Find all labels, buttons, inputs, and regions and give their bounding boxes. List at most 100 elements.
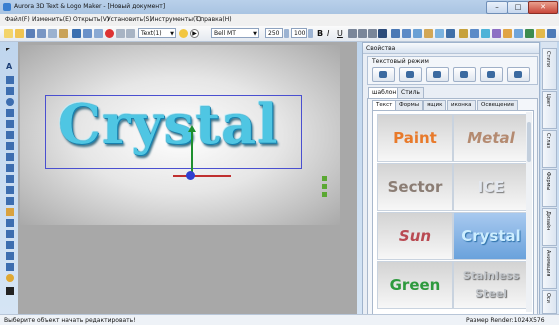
italic-button[interactable]: I bbox=[327, 29, 336, 38]
shape-3-icon[interactable] bbox=[413, 29, 422, 38]
zoom-stepper-icon[interactable] bbox=[308, 29, 313, 38]
template-crystal[interactable]: Crystal bbox=[453, 212, 529, 260]
effect-3-icon[interactable] bbox=[503, 29, 512, 38]
side-handle-1-icon[interactable] bbox=[322, 176, 327, 181]
menu-settings[interactable]: Установить(S) bbox=[107, 16, 152, 23]
effect-4-icon[interactable] bbox=[514, 29, 523, 38]
pointer-tool-icon[interactable] bbox=[6, 48, 10, 51]
side-handle-2-icon[interactable] bbox=[322, 184, 327, 189]
undo-icon[interactable] bbox=[116, 29, 125, 38]
text-mode-button-3[interactable] bbox=[426, 67, 449, 82]
side-tab-styles[interactable]: Стили bbox=[542, 48, 557, 90]
rect-tool-icon[interactable] bbox=[6, 87, 14, 95]
menu-tools[interactable]: Инструменты(T) bbox=[150, 16, 201, 23]
gizmo-center-handle[interactable] bbox=[186, 171, 195, 180]
image-tool-icon[interactable] bbox=[6, 287, 14, 295]
new-doc-icon[interactable] bbox=[4, 29, 13, 38]
effect-5-icon[interactable] bbox=[525, 29, 534, 38]
text-mode-button-2[interactable] bbox=[399, 67, 422, 82]
export-icon[interactable] bbox=[48, 29, 57, 38]
shape-4-icon[interactable] bbox=[435, 29, 444, 38]
side-tab-shapes[interactable]: Формы bbox=[542, 169, 557, 207]
gizmo-y-arrow-icon[interactable] bbox=[188, 125, 196, 132]
car-icon[interactable] bbox=[72, 29, 81, 38]
copy-icon[interactable] bbox=[83, 29, 92, 38]
tab-style[interactable]: Стиль bbox=[397, 87, 424, 98]
text-style-icon[interactable] bbox=[378, 29, 387, 38]
effect-1-icon[interactable] bbox=[481, 29, 490, 38]
underline-button[interactable]: U bbox=[337, 29, 346, 38]
circle-tool-icon[interactable] bbox=[6, 98, 14, 106]
color-tool-icon[interactable] bbox=[6, 274, 14, 282]
shape-tool-11-icon[interactable] bbox=[6, 241, 14, 249]
light-icon[interactable] bbox=[179, 29, 188, 38]
shape-tool-10-icon[interactable] bbox=[6, 230, 14, 238]
light-bulb-icon[interactable] bbox=[459, 29, 468, 38]
polygon-tool-icon[interactable] bbox=[6, 109, 14, 117]
effect-2-icon[interactable] bbox=[492, 29, 501, 38]
text-tool-icon[interactable]: A bbox=[6, 62, 14, 71]
play-icon[interactable]: ▶ bbox=[190, 29, 199, 38]
tab-box[interactable]: ящик bbox=[423, 100, 447, 110]
box-icon[interactable] bbox=[424, 29, 433, 38]
template-stainless-steel[interactable]: Stainless Steel bbox=[453, 261, 529, 309]
side-tab-design[interactable]: Дизайн bbox=[542, 208, 557, 246]
side-handle-3-icon[interactable] bbox=[322, 192, 327, 197]
template-green[interactable]: Green bbox=[377, 261, 453, 309]
tab-icon[interactable]: иконка bbox=[447, 100, 476, 110]
template-sun[interactable]: Sun bbox=[377, 212, 453, 260]
shape-5-icon[interactable] bbox=[446, 29, 455, 38]
side-tab-color[interactable]: Цвет bbox=[542, 91, 557, 129]
align-right-icon[interactable] bbox=[368, 29, 377, 38]
tab-text[interactable]: Текст bbox=[372, 100, 397, 110]
shape-tool-7-icon[interactable] bbox=[6, 186, 14, 194]
shape-tool-8-icon[interactable] bbox=[6, 197, 14, 205]
menu-edit[interactable]: Изменить(E) bbox=[32, 16, 71, 23]
template-sector[interactable]: Sector bbox=[377, 163, 453, 211]
minimize-button[interactable]: – bbox=[486, 1, 508, 14]
shape-tool-12-icon[interactable] bbox=[6, 252, 14, 260]
size-stepper-icon[interactable] bbox=[284, 29, 289, 38]
shape-tool-3-icon[interactable] bbox=[6, 142, 14, 150]
menu-file[interactable]: Файл(F) bbox=[5, 16, 30, 23]
gizmo-y-axis[interactable] bbox=[191, 131, 193, 176]
paste-icon[interactable] bbox=[94, 29, 103, 38]
star-tool-icon[interactable] bbox=[6, 120, 14, 128]
open-folder-icon[interactable] bbox=[15, 29, 24, 38]
object-select[interactable]: Text(1) ▼ bbox=[138, 28, 176, 38]
shape-tool-13-icon[interactable] bbox=[6, 263, 14, 271]
gallery-scrollbar[interactable] bbox=[526, 112, 532, 312]
gizmo-x-axis[interactable] bbox=[173, 175, 231, 177]
side-tab-animation[interactable]: Анимация bbox=[542, 247, 557, 289]
font-select[interactable]: Bell MT ▼ bbox=[211, 28, 259, 38]
zoom-field[interactable]: 100 bbox=[291, 28, 307, 38]
shape-tool-4-icon[interactable] bbox=[6, 153, 14, 161]
text-mode-button-6[interactable] bbox=[507, 67, 530, 82]
camera-icon[interactable] bbox=[470, 29, 479, 38]
pen-tool-icon[interactable] bbox=[6, 208, 14, 216]
shape-tool-9-icon[interactable] bbox=[6, 219, 14, 227]
align-left-icon[interactable] bbox=[348, 29, 357, 38]
shape-tool-1-icon[interactable] bbox=[6, 76, 14, 84]
shape-2-icon[interactable] bbox=[402, 29, 411, 38]
shape-tool-6-icon[interactable] bbox=[6, 175, 14, 183]
text-mode-button-1[interactable] bbox=[372, 67, 395, 82]
menu-open[interactable]: Открыть(V) bbox=[73, 16, 109, 23]
tab-lighting[interactable]: Освещение bbox=[477, 100, 519, 110]
bold-button[interactable]: B bbox=[317, 29, 326, 38]
save-as-icon[interactable] bbox=[37, 29, 46, 38]
effect-6-icon[interactable] bbox=[536, 29, 545, 38]
shape-1-icon[interactable] bbox=[391, 29, 400, 38]
image-export-icon[interactable] bbox=[59, 29, 68, 38]
template-ice[interactable]: ICE bbox=[453, 163, 529, 211]
menu-help[interactable]: Справка(H) bbox=[196, 16, 232, 23]
shape-tool-5-icon[interactable] bbox=[6, 164, 14, 172]
canvas-3d-text[interactable]: Crystal bbox=[58, 92, 279, 156]
side-tab-axes[interactable]: Оси bbox=[542, 290, 557, 314]
tab-shapes[interactable]: Формы bbox=[395, 100, 424, 110]
template-metal[interactable]: Metal bbox=[453, 114, 529, 162]
maximize-button[interactable]: □ bbox=[507, 1, 529, 14]
align-center-icon[interactable] bbox=[358, 29, 367, 38]
redo-icon[interactable] bbox=[126, 29, 135, 38]
effect-7-icon[interactable] bbox=[547, 29, 556, 38]
